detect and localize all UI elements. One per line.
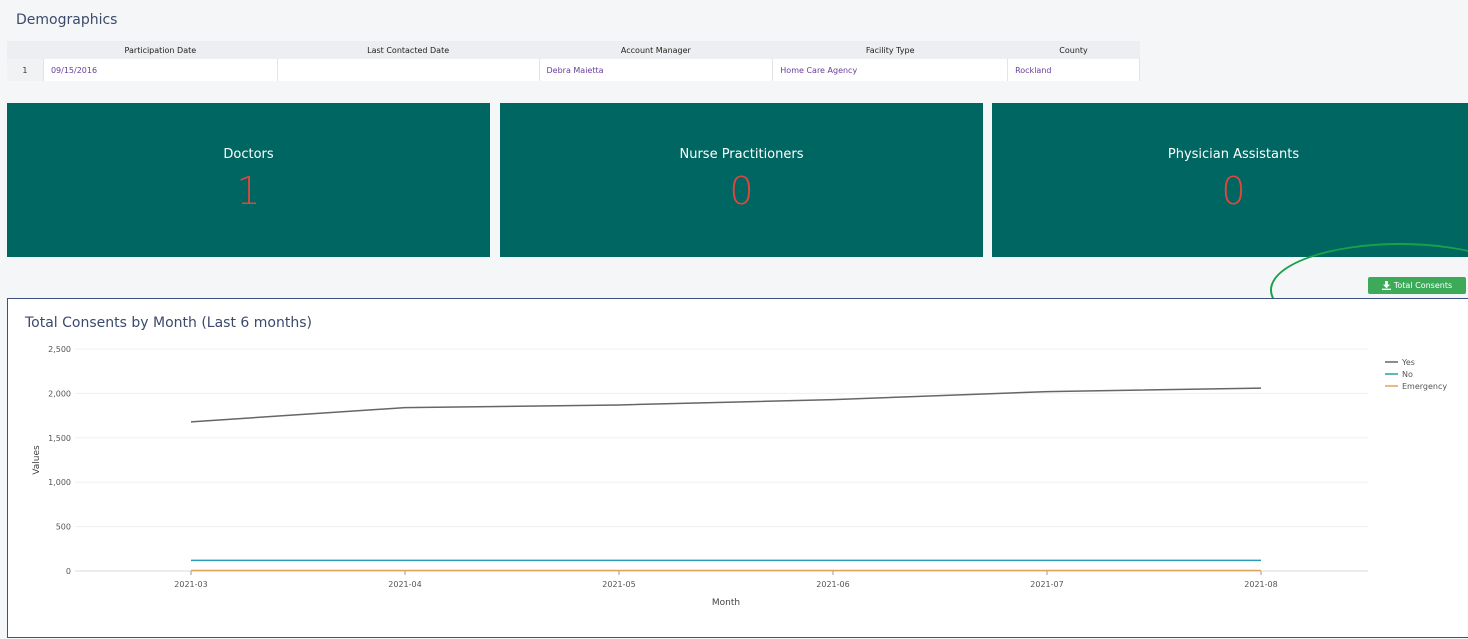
column-header[interactable]: Last Contacted Date <box>277 41 539 59</box>
column-header[interactable]: Participation Date <box>43 41 278 59</box>
column-header[interactable]: Facility Type <box>772 41 1008 59</box>
legend-label: Emergency <box>1402 382 1447 391</box>
total-consents-export-button[interactable]: Total Consents <box>1368 277 1466 294</box>
demographics-title: Demographics <box>16 12 118 28</box>
x-tick-label: 2021-08 <box>1244 580 1277 589</box>
table-header-row: Participation Date Last Contacted Date A… <box>7 41 1140 59</box>
column-header[interactable]: Account Manager <box>539 41 773 59</box>
consents-line-chart: 0 500 1,000 1,500 2,000 2,500 2021-03 2021-04 20… <box>32 345 1447 608</box>
kpi-card-nurse-practitioners: Nurse Practitioners 0 <box>500 103 983 257</box>
y-tick-label: 2,500 <box>48 345 71 354</box>
y-axis-label: Values <box>32 445 42 475</box>
y-tick-label: 500 <box>56 523 71 532</box>
index-header <box>7 41 44 59</box>
facility-type-cell[interactable]: Home Care Agency <box>772 59 1009 81</box>
x-tick-label: 2021-07 <box>1030 580 1063 589</box>
export-button-label: Total Consents <box>1393 281 1453 290</box>
participation-date-cell[interactable]: 09/15/2016 <box>43 59 278 81</box>
kpi-label: Physician Assistants <box>1167 147 1300 162</box>
legend-label: Yes <box>1401 358 1415 367</box>
kpi-card-physician-assistants: Physician Assistants 0 <box>992 103 1468 257</box>
demographics-table: Participation Date Last Contacted Date A… <box>7 41 1140 81</box>
x-tick-label: 2021-03 <box>174 580 207 589</box>
y-tick-label: 1,000 <box>48 478 71 487</box>
x-axis-label: Month <box>712 598 740 608</box>
kpi-value: 0 <box>729 169 754 213</box>
legend-label: No <box>1402 370 1413 379</box>
column-header[interactable]: County <box>1007 41 1140 59</box>
y-tick-label: 1,500 <box>48 434 71 443</box>
last-contacted-date-cell[interactable] <box>277 59 540 81</box>
x-tick-label: 2021-05 <box>602 580 635 589</box>
table-row[interactable]: 1 09/15/2016 Debra Maietta Home Care Age… <box>7 59 1140 81</box>
y-tick-label: 2,000 <box>48 389 71 398</box>
kpi-value: 1 <box>236 169 261 213</box>
kpi-card-doctors: Doctors 1 <box>7 103 490 257</box>
x-tick-label: 2021-04 <box>388 580 421 589</box>
consents-chart-panel: Total Consents by Month (Last 6 months) … <box>7 298 1468 638</box>
kpi-label: Nurse Practitioners <box>679 147 804 162</box>
row-index: 1 <box>7 59 44 81</box>
download-icon <box>1381 281 1391 290</box>
account-manager-cell[interactable]: Debra Maietta <box>539 59 774 81</box>
county-cell[interactable]: Rockland <box>1007 59 1140 81</box>
x-tick-label: 2021-06 <box>816 580 849 589</box>
kpi-value: 0 <box>1221 169 1246 213</box>
kpi-label: Doctors <box>223 147 274 162</box>
y-tick-label: 0 <box>66 567 71 576</box>
